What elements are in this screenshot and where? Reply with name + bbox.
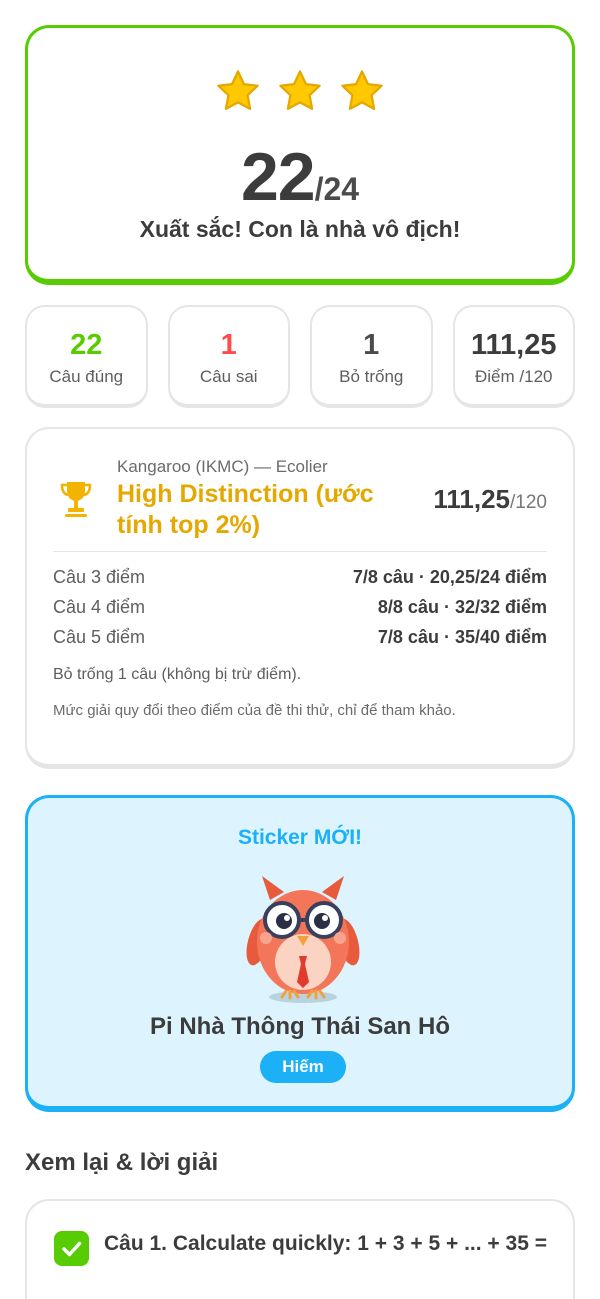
competition-name: Kangaroo (IKMC) — Ecolier <box>117 457 328 476</box>
stat-label: Điểm /120 <box>475 367 553 386</box>
breakdown-value: 8/8 câu · 32/32 điểm <box>377 597 547 617</box>
stat-label: Câu sai <box>199 367 258 386</box>
owl-sticker-image <box>246 876 360 1003</box>
divider <box>53 551 547 552</box>
stat-blank: 1 Bỏ trống <box>310 305 433 408</box>
stat-value: 111,25 <box>471 329 557 361</box>
points-max: /120 <box>510 492 547 513</box>
stat-label: Bỏ trống <box>339 367 404 386</box>
points-value: 111,25 <box>433 484 511 514</box>
award-title: High Distinction (ước tính top 2%) <box>117 480 374 539</box>
trophy-icon <box>60 482 92 517</box>
stat-correct: 22 Câu đúng <box>25 305 148 408</box>
score-total: /24 <box>314 171 360 207</box>
rarity-badge: Hiếm <box>260 1051 346 1083</box>
stat-wrong: 1 Câu sai <box>167 305 290 408</box>
stat-label: Câu đúng <box>49 367 124 386</box>
question-card[interactable]: Câu 1. Calculate quickly: 1 + 3 + 5 + ..… <box>25 1199 575 1299</box>
breakdown-row: Câu 5 điểm 7/8 câu · 35/40 điểm <box>53 627 547 653</box>
stat-value: 22 <box>70 329 103 361</box>
star-icon <box>341 70 383 110</box>
sticker-title: Sticker MỚI! <box>237 826 363 849</box>
question-text: Câu 1. Calculate quickly: 1 + 3 + 5 + ..… <box>104 1232 547 1255</box>
breakdown-label: Câu 5 điểm <box>53 627 146 647</box>
blank-note: Bỏ trống 1 câu (không bị trừ điểm). <box>53 666 302 683</box>
breakdown-label: Câu 4 điểm <box>53 597 146 617</box>
review-section-title: Xem lại & lời giải <box>25 1149 219 1176</box>
sticker-card[interactable]: Sticker MỚI! Pi Nhà Thông Thái San Hô Hi… <box>25 795 575 1112</box>
stat-value: 1 <box>363 329 380 361</box>
result-points: 111,25/120 <box>433 484 547 515</box>
star-rating <box>28 68 572 114</box>
sticker-name: Pi Nhà Thông Thái San Hô <box>150 1013 450 1040</box>
stat-value: 1 <box>220 329 237 361</box>
breakdown-value: 7/8 câu · 35/40 điểm <box>377 627 547 647</box>
score-card: 22/24 Xuất sắc! Con là nhà vô địch! <box>25 25 575 285</box>
breakdown-value: 7/8 câu · 20,25/24 điểm <box>352 567 547 587</box>
breakdown-row: Câu 4 điểm 8/8 câu · 32/32 điểm <box>53 597 547 623</box>
score-display: 22/24 <box>28 138 572 216</box>
result-card: Kangaroo (IKMC) — Ecolier High Distincti… <box>25 427 575 769</box>
stats-row: 22 Câu đúng 1 Câu sai 1 Bỏ trống 111,25 … <box>25 305 575 408</box>
breakdown-row: Câu 3 điểm 7/8 câu · 20,25/24 điểm <box>53 567 547 593</box>
check-icon <box>54 1231 89 1266</box>
disclaimer-note: Mức giải quy đổi theo điểm của đề thi th… <box>53 702 456 719</box>
star-icon <box>217 70 259 110</box>
stat-points: 111,25 Điểm /120 <box>452 305 575 408</box>
score-correct: 22 <box>240 139 316 215</box>
score-message: Xuất sắc! Con là nhà vô địch! <box>139 216 461 242</box>
star-icon <box>279 70 321 110</box>
breakdown-label: Câu 3 điểm <box>53 567 146 587</box>
